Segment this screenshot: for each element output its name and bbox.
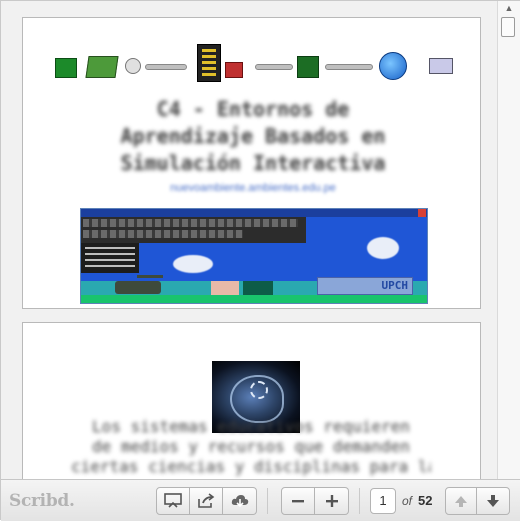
cable-icon-2 [255,64,293,70]
screenshot-titlebar [81,209,427,217]
zoom-in-icon [325,495,338,507]
cable-icon-3 [325,64,373,70]
circuit-board-icon [55,58,77,78]
screenshot-menu [81,243,139,273]
vertical-scrollbar[interactable]: ▲ [497,1,520,479]
document-page-1: C4 - Entornos de Aprendizaje Basados en … [22,17,481,309]
zoom-out-button[interactable] [281,487,315,515]
toolbar-separator-2 [359,488,360,514]
chip-icon [297,56,319,78]
screenshot-toolbar [81,217,306,243]
ground-green [81,295,427,303]
download-button[interactable] [223,487,257,515]
page-2-body-text: Los sistemas educativos requieren de med… [71,417,431,477]
globe-icon [379,52,407,80]
arrow-down-icon [487,495,499,507]
fax-machine-icon [225,62,243,78]
document-scroll-area[interactable]: C4 - Entornos de Aprendizaje Basados en … [1,1,497,479]
tank-sprite [115,275,163,294]
ground-block-2 [243,281,273,295]
next-page-button[interactable] [477,487,510,515]
network-diagram-strip [53,44,458,84]
body-line-2: de medios y recursos que demanden [92,437,410,456]
toolbar-separator [267,488,268,514]
screenshot-close-icon [418,209,426,217]
cable-icon [145,64,187,70]
station-sign: UPCH [317,277,413,295]
computer-icon [429,58,453,74]
page-total-count: 52 [418,493,433,508]
motherboard-icon [85,56,119,78]
previous-page-button[interactable] [445,487,477,515]
cloud-shape-2 [367,237,399,259]
document-title: C4 - Entornos de Aprendizaje Basados en … [83,96,423,177]
share-button[interactable] [190,487,223,515]
simulation-screenshot: UPCH [80,208,428,304]
zoom-out-icon [292,500,304,503]
page-of-label: of [402,494,413,508]
scroll-up-arrow-icon[interactable]: ▲ [502,3,516,13]
scribd-logo[interactable]: Scribd. [9,491,75,511]
document-page-2: Los sistemas educativos requieren de med… [22,322,481,479]
body-line-3: ciertas ciencias y disciplinas para la [71,457,431,476]
fullscreen-button[interactable] [156,487,190,515]
server-rack-lights-icon [202,49,216,77]
title-line-2: Aprendizaje Basados en [120,124,386,148]
arrow-up-icon [455,496,467,507]
webcam-icon [125,58,141,74]
ground-block [211,281,239,295]
share-icon [198,493,215,508]
title-line-1: C4 - Entornos de [156,97,350,121]
fullscreen-icon [164,493,182,508]
document-viewer: C4 - Entornos de Aprendizaje Basados en … [0,0,520,521]
page-number-input[interactable]: 1 [370,488,396,514]
viewer-toolbar: Scribd. 1 of 52 [1,479,520,521]
body-line-1: Los sistemas educativos requieren [92,417,410,436]
document-url: nuevoambiente.ambientes.edu.pe [170,182,336,194]
scrollbar-thumb[interactable] [501,17,515,37]
zoom-in-button[interactable] [315,487,349,515]
cloud-shape [173,255,213,273]
title-line-3: Simulación Interactiva [120,151,386,175]
download-icon [231,495,248,508]
